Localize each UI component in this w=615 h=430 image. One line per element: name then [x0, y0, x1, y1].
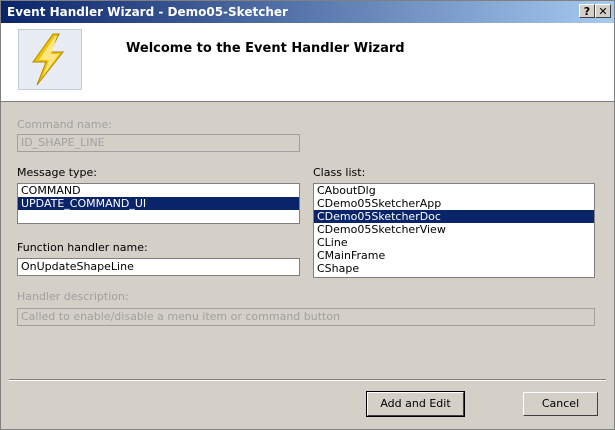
message-type-item[interactable]: COMMAND [18, 184, 299, 197]
separator [9, 379, 606, 381]
message-type-listbox[interactable]: COMMAND UPDATE_COMMAND_UI [17, 183, 300, 224]
window-title: Event Handler Wizard - Demo05-Sketcher [7, 5, 288, 19]
message-type-item-selected[interactable]: UPDATE_COMMAND_UI [18, 197, 299, 210]
add-and-edit-button[interactable]: Add and Edit [366, 391, 465, 417]
class-list-item[interactable]: CLine [314, 236, 594, 249]
class-list-item[interactable]: CShape [314, 262, 594, 275]
handler-description-label: Handler description: [17, 290, 129, 303]
class-list-listbox[interactable]: CAboutDlg CDemo05SketcherApp CDemo05Sket… [313, 183, 595, 278]
welcome-heading: Welcome to the Event Handler Wizard [126, 41, 405, 56]
cancel-button[interactable]: Cancel [523, 392, 598, 416]
function-handler-name-field[interactable]: OnUpdateShapeLine [17, 258, 300, 276]
command-name-label: Command name: [17, 118, 112, 131]
command-name-field[interactable]: ID_SHAPE_LINE [17, 134, 300, 152]
function-handler-name-label: Function handler name: [17, 241, 148, 254]
handler-description-field[interactable]: Called to enable/disable a menu item or … [17, 308, 595, 326]
wizard-header: Welcome to the Event Handler Wizard [1, 23, 614, 102]
title-bar[interactable]: Event Handler Wizard - Demo05-Sketcher ?… [1, 1, 614, 23]
class-list-item[interactable]: CDemo05SketcherView [314, 223, 594, 236]
class-list-item[interactable]: CAboutDlg [314, 184, 594, 197]
help-button[interactable]: ? [579, 4, 595, 18]
event-handler-wizard-window: Event Handler Wizard - Demo05-Sketcher ?… [0, 0, 615, 430]
message-type-label: Message type: [17, 166, 97, 179]
class-list-item[interactable]: CDemo05SketcherApp [314, 197, 594, 210]
lightning-bolt-icon [18, 29, 82, 90]
class-list-item[interactable]: CMainFrame [314, 249, 594, 262]
class-list-item-selected[interactable]: CDemo05SketcherDoc [314, 210, 594, 223]
close-button[interactable]: ✕ [595, 4, 611, 18]
class-list-label: Class list: [313, 166, 366, 179]
